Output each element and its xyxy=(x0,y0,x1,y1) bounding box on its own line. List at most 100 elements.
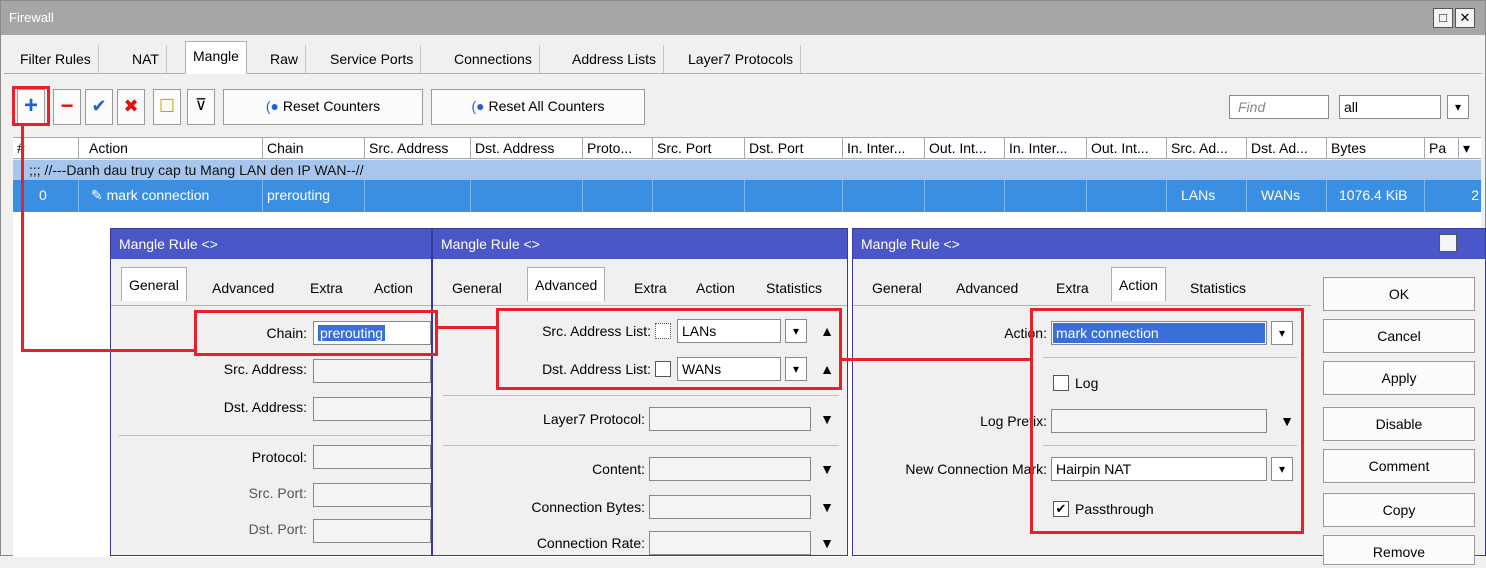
tab-address-lists[interactable]: Address Lists xyxy=(565,45,665,73)
reset-icon: (● xyxy=(265,98,279,114)
dst-address-label: Dst. Address: xyxy=(223,399,307,415)
tab-connections[interactable]: Connections xyxy=(447,45,540,73)
row-src-address xyxy=(365,180,471,212)
remove-icon[interactable]: − xyxy=(53,89,81,125)
tab-divider xyxy=(853,305,1311,306)
dialog-tab-general[interactable]: General xyxy=(445,271,509,305)
src-address-field[interactable] xyxy=(313,359,431,383)
col-dst-address[interactable]: Dst. Address xyxy=(471,138,583,159)
tab-layer7-protocols[interactable]: Layer7 Protocols xyxy=(681,45,802,73)
col-dst-address-list[interactable]: Dst. Ad... xyxy=(1247,138,1327,159)
dialog-tab-statistics[interactable]: Statistics xyxy=(759,271,829,305)
col-in-interface-list[interactable]: In. Inter... xyxy=(1005,138,1087,159)
dialog-tab-statistics[interactable]: Statistics xyxy=(1183,271,1253,305)
src-port-field[interactable] xyxy=(313,483,431,507)
src-address-label: Src. Address: xyxy=(223,361,307,377)
col-chain[interactable]: Chain xyxy=(263,138,365,159)
find-input[interactable]: Find xyxy=(1229,95,1329,119)
protocol-field[interactable] xyxy=(313,445,431,469)
close-button[interactable]: ✕ xyxy=(1455,8,1475,28)
dialog-tab-advanced[interactable]: Advanced xyxy=(949,271,1025,305)
disable-button[interactable]: Disable xyxy=(1323,407,1475,441)
row-bytes: 1076.4 KiB xyxy=(1327,180,1425,212)
dialog-tab-extra[interactable]: Extra xyxy=(303,271,350,305)
dialog-tab-action[interactable]: Action xyxy=(1111,267,1166,301)
separator xyxy=(443,395,839,396)
row-in-interface-list xyxy=(1005,180,1087,212)
mangle-rule-dialog-general: Mangle Rule <> General Advanced Extra Ac… xyxy=(110,228,432,556)
row-dst-port xyxy=(745,180,843,212)
dst-port-label: Dst. Port: xyxy=(248,521,307,537)
tab-nat[interactable]: NAT xyxy=(125,45,167,73)
col-src-port[interactable]: Src. Port xyxy=(653,138,745,159)
disable-icon[interactable]: ✖ xyxy=(117,89,145,125)
col-src-address[interactable]: Src. Address xyxy=(365,138,471,159)
column-menu-icon[interactable]: ▾ xyxy=(1459,138,1481,159)
connection-rate-field[interactable] xyxy=(649,531,811,555)
expand-down-icon[interactable]: ▼ xyxy=(817,457,837,481)
layer7-protocol-field[interactable] xyxy=(649,407,811,431)
dialog-tab-advanced[interactable]: Advanced xyxy=(205,271,281,305)
connection-bytes-label: Connection Bytes: xyxy=(531,499,645,515)
row-dst-address xyxy=(471,180,583,212)
separator xyxy=(119,435,431,436)
dialog-title: Mangle Rule <> xyxy=(111,229,431,259)
dialog-tab-action[interactable]: Action xyxy=(367,271,420,305)
comment-button[interactable]: Comment xyxy=(1323,449,1475,483)
dst-port-field[interactable] xyxy=(313,519,431,543)
reset-counters-label: Reset Counters xyxy=(282,98,381,114)
dst-address-field[interactable] xyxy=(313,397,431,421)
col-src-address-list[interactable]: Src. Ad... xyxy=(1167,138,1247,159)
dialog-tab-general[interactable]: General xyxy=(121,267,187,301)
cancel-button[interactable]: Cancel xyxy=(1323,319,1475,353)
col-out-interface[interactable]: Out. Int... xyxy=(925,138,1005,159)
src-port-label: Src. Port: xyxy=(248,485,307,501)
mangle-rule-dialog-advanced: Mangle Rule <> General Advanced Extra Ac… xyxy=(432,228,848,556)
row-src-port xyxy=(653,180,745,212)
ok-button[interactable]: OK xyxy=(1323,277,1475,311)
annotation-connector xyxy=(842,358,1032,361)
maximize-icon[interactable] xyxy=(1439,234,1457,252)
reset-counters-button[interactable]: (● Reset Counters xyxy=(223,89,423,125)
copy-button[interactable]: Copy xyxy=(1323,493,1475,527)
row-src-address-list: LANs xyxy=(1167,180,1247,212)
col-action[interactable]: Action xyxy=(79,138,263,159)
dialog-tab-action[interactable]: Action xyxy=(689,271,742,305)
comment-icon[interactable]: ☐ xyxy=(153,89,181,125)
tab-service-ports[interactable]: Service Ports xyxy=(323,45,422,73)
dialog-tab-advanced[interactable]: Advanced xyxy=(527,267,606,301)
dialog-tab-extra[interactable]: Extra xyxy=(627,271,674,305)
filter-icon[interactable]: ⊽ xyxy=(187,89,215,125)
dialog-title: Mangle Rule <> xyxy=(433,229,847,259)
remove-button[interactable]: Remove xyxy=(1323,535,1475,565)
enable-icon[interactable]: ✔ xyxy=(85,89,113,125)
table-row[interactable]: 0 ✎ mark connection prerouting LANs WANs… xyxy=(13,180,1481,212)
separator xyxy=(443,445,839,446)
reset-all-icon: (● xyxy=(471,98,485,114)
col-protocol[interactable]: Proto... xyxy=(583,138,653,159)
connection-bytes-field[interactable] xyxy=(649,495,811,519)
restore-button[interactable]: □ xyxy=(1433,8,1453,28)
rule-comment-row[interactable]: ;;; //---Danh dau truy cap tu Mang LAN d… xyxy=(13,160,1481,180)
row-action-label: mark connection xyxy=(106,187,210,203)
tab-filter-rules[interactable]: Filter Rules xyxy=(13,45,99,73)
apply-button[interactable]: Apply xyxy=(1323,361,1475,395)
col-dst-port[interactable]: Dst. Port xyxy=(745,138,843,159)
reset-all-counters-button[interactable]: (● Reset All Counters xyxy=(431,89,645,125)
expand-down-icon[interactable]: ▼ xyxy=(817,531,837,555)
col-packets[interactable]: Pa xyxy=(1425,138,1459,159)
col-bytes[interactable]: Bytes xyxy=(1327,138,1425,159)
expand-down-icon[interactable]: ▼ xyxy=(817,407,837,431)
dialog-tab-extra[interactable]: Extra xyxy=(1049,271,1096,305)
row-chain: prerouting xyxy=(263,180,365,212)
dialog-tab-general[interactable]: General xyxy=(865,271,929,305)
content-field[interactable] xyxy=(649,457,811,481)
tab-raw[interactable]: Raw xyxy=(263,45,307,73)
filter-dropdown-icon[interactable]: ▾ xyxy=(1447,95,1469,119)
row-out-interface xyxy=(925,180,1005,212)
expand-down-icon[interactable]: ▼ xyxy=(817,495,837,519)
filter-select[interactable]: all xyxy=(1339,95,1441,119)
col-out-interface-list[interactable]: Out. Int... xyxy=(1087,138,1167,159)
col-in-interface[interactable]: In. Inter... xyxy=(843,138,925,159)
tab-mangle[interactable]: Mangle xyxy=(185,41,247,74)
